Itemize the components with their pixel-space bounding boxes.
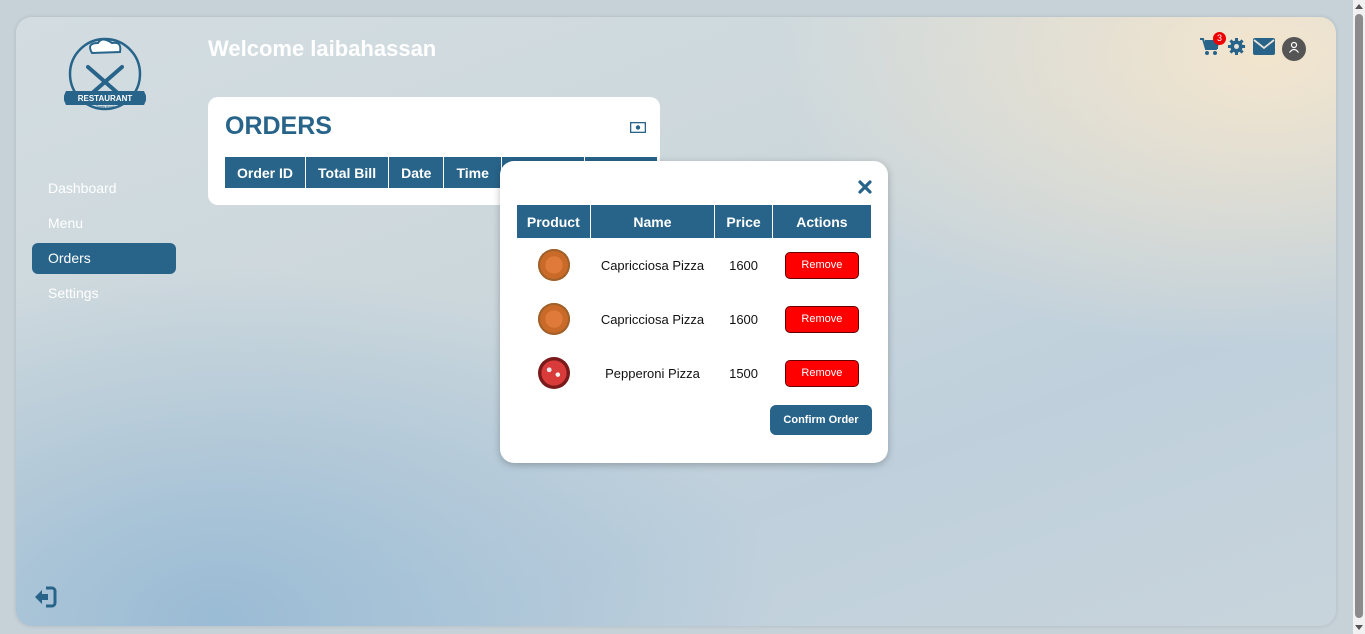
- cart-count-badge: 3: [1213, 31, 1226, 45]
- svg-text:Tasty food: Tasty food: [96, 104, 114, 109]
- pepperoni-pizza-image: [537, 357, 570, 389]
- scroll-down-icon[interactable]: [1355, 625, 1363, 630]
- cart-modal: Product Name Price Actions Capricciosa P…: [500, 161, 888, 463]
- orders-col-date: Date: [388, 157, 445, 188]
- table-row: Capricciosa Pizza 1600 Remove: [517, 292, 872, 346]
- cart-col-actions: Actions: [772, 205, 873, 238]
- product-price: 1500: [729, 365, 759, 381]
- cash-icon[interactable]: [629, 120, 647, 138]
- orders-col-total-bill: Total Bill: [305, 157, 390, 188]
- capricciosa-pizza-image: [537, 249, 570, 281]
- product-price: 1600: [729, 311, 759, 327]
- cart-col-product: Product: [517, 205, 591, 238]
- messages-button[interactable]: [1253, 38, 1275, 60]
- gear-icon: [1227, 37, 1246, 61]
- sidebar-item-menu[interactable]: Menu: [32, 208, 176, 239]
- user-icon: [1288, 40, 1300, 58]
- top-icon-bar: 3: [1200, 31, 1306, 62]
- orders-title: ORDERS: [225, 112, 332, 140]
- cart-col-price: Price: [714, 205, 773, 238]
- table-row: Capricciosa Pizza 1600 Remove: [517, 238, 872, 292]
- cart-col-name: Name: [590, 205, 716, 238]
- remove-button[interactable]: Remove: [784, 359, 859, 387]
- svg-text:RESTAURANT: RESTAURANT: [78, 94, 133, 103]
- close-icon[interactable]: [858, 180, 872, 199]
- app-frame: RESTAURANT Tasty food Dashboard Menu Ord…: [16, 17, 1336, 626]
- product-name: Pepperoni Pizza: [605, 365, 700, 381]
- product-price: 1600: [729, 257, 759, 273]
- restaurant-logo: RESTAURANT Tasty food: [63, 37, 147, 115]
- remove-button[interactable]: Remove: [784, 305, 859, 333]
- product-name: Capricciosa Pizza: [600, 257, 705, 273]
- table-row: Pepperoni Pizza 1500 Remove: [517, 346, 872, 400]
- sidebar-item-dashboard[interactable]: Dashboard: [32, 173, 176, 204]
- scrollbar-thumb[interactable]: [1355, 14, 1363, 618]
- sidebar-item-orders[interactable]: Orders: [32, 243, 176, 274]
- welcome-heading: Welcome laibahassan: [208, 36, 437, 61]
- cart-table: Product Name Price Actions Capricciosa P…: [517, 205, 873, 400]
- page-scrollbar[interactable]: [1353, 0, 1365, 634]
- capricciosa-pizza-image: [537, 303, 570, 335]
- sidebar-item-settings[interactable]: Settings: [32, 278, 176, 309]
- product-name: Capricciosa Pizza: [600, 311, 705, 327]
- cart-button[interactable]: 3: [1200, 31, 1226, 61]
- envelope-icon: [1253, 38, 1275, 60]
- confirm-order-button[interactable]: Confirm Order: [770, 405, 872, 435]
- sidebar-nav: Dashboard Menu Orders Settings: [32, 173, 176, 313]
- remove-button[interactable]: Remove: [784, 251, 859, 279]
- settings-button[interactable]: [1227, 37, 1246, 61]
- logout-icon[interactable]: [33, 585, 57, 609]
- orders-col-time: Time: [443, 157, 502, 188]
- user-avatar[interactable]: [1282, 37, 1306, 61]
- scroll-up-icon[interactable]: [1355, 4, 1363, 9]
- orders-col-order-id: Order ID: [225, 157, 307, 188]
